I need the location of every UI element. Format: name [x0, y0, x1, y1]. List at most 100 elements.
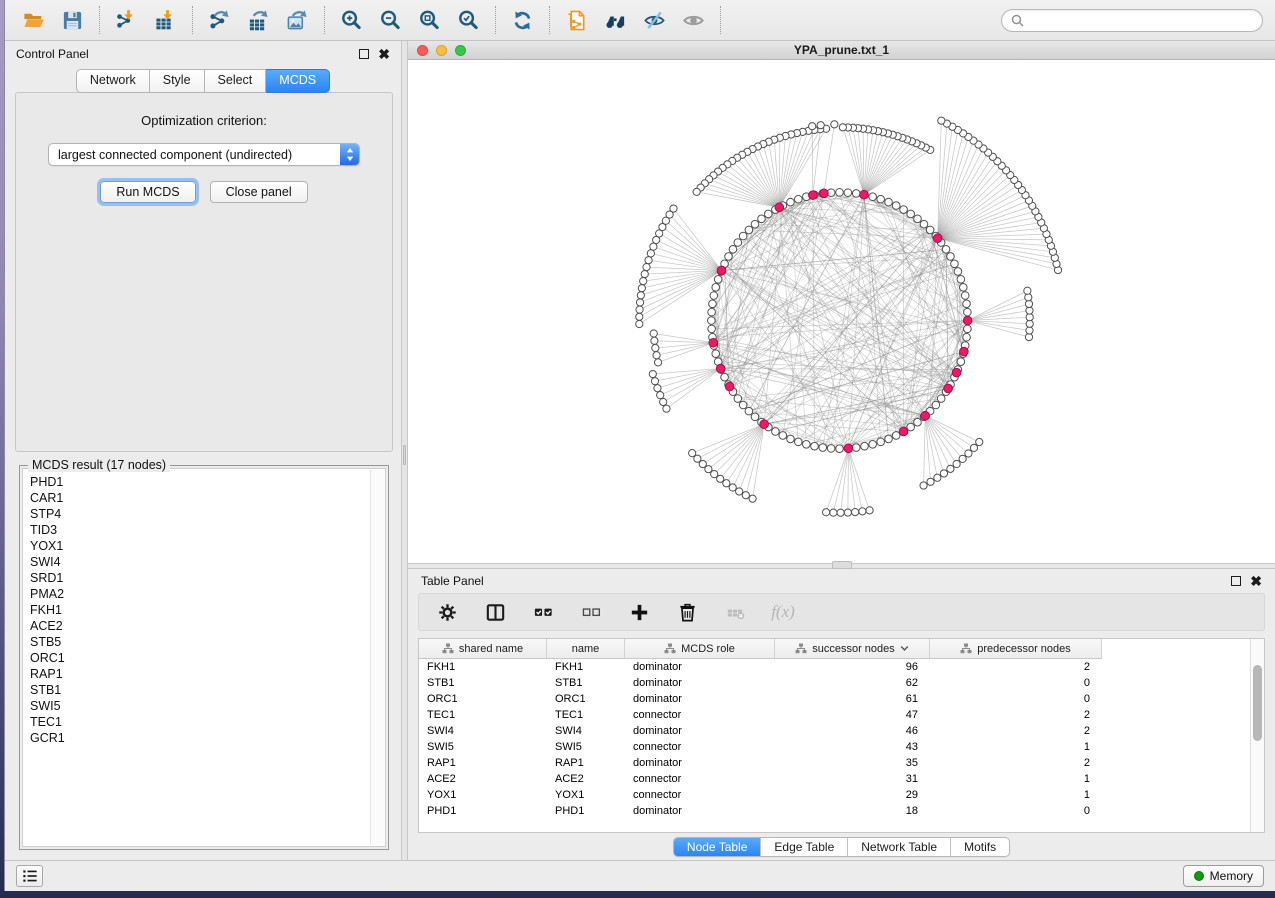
network-graph[interactable] — [408, 60, 1275, 563]
network-canvas[interactable] — [408, 60, 1275, 563]
column-header-shared-name[interactable]: shared name — [419, 639, 547, 659]
close-panel-button[interactable]: Close panel — [210, 181, 308, 203]
table-cell[interactable]: 46 — [775, 725, 930, 737]
mcds-result-item[interactable]: STP4 — [30, 506, 385, 522]
tab-style[interactable]: Style — [150, 69, 205, 93]
table-cell[interactable]: 47 — [775, 709, 930, 721]
tab-node-table[interactable]: Node Table — [674, 838, 761, 856]
delete-column-button[interactable] — [673, 598, 701, 626]
select-all-rows-button[interactable] — [529, 598, 557, 626]
window-maximize-icon[interactable] — [455, 45, 466, 56]
mcds-result-item[interactable]: GCR1 — [30, 730, 385, 746]
table-row[interactable]: ORC1ORC1dominator610 — [419, 691, 1264, 707]
table-row[interactable]: PHD1PHD1dominator180 — [419, 803, 1264, 819]
table-row[interactable]: ACE2ACE2connector311 — [419, 771, 1264, 787]
export-image-button[interactable] — [284, 7, 311, 34]
toggle-columns-button[interactable] — [481, 598, 509, 626]
optimization-criterion-select[interactable]: largest connected component (undirected) — [48, 143, 360, 166]
refresh-layout-button[interactable] — [509, 7, 536, 34]
search-box[interactable] — [1001, 9, 1263, 32]
table-cell[interactable]: SWI5 — [419, 741, 547, 753]
first-neighbors-button[interactable] — [602, 7, 629, 34]
table-cell[interactable]: RAP1 — [547, 757, 625, 769]
open-session-button[interactable] — [20, 7, 47, 34]
window-minimize-icon[interactable] — [436, 45, 447, 56]
table-cell[interactable]: 1 — [930, 789, 1102, 801]
table-cell[interactable]: dominator — [625, 725, 775, 737]
tab-select[interactable]: Select — [205, 69, 267, 93]
table-cell[interactable]: 29 — [775, 789, 930, 801]
table-cell[interactable]: 2 — [930, 757, 1102, 769]
save-session-button[interactable] — [59, 7, 86, 34]
float-table-panel-icon[interactable] — [1231, 576, 1241, 586]
mcds-result-item[interactable]: FKH1 — [30, 602, 385, 618]
table-cell[interactable]: FKH1 — [547, 661, 625, 673]
table-cell[interactable]: 2 — [930, 709, 1102, 721]
table-cell[interactable]: 62 — [775, 677, 930, 689]
column-header-MCDS-role[interactable]: MCDS role — [625, 639, 775, 659]
mcds-result-item[interactable]: TEC1 — [30, 714, 385, 730]
status-menu-button[interactable] — [16, 865, 43, 887]
column-header-name[interactable]: name — [547, 639, 625, 659]
import-network-button[interactable] — [113, 7, 140, 34]
mcds-result-item[interactable]: PMA2 — [30, 586, 385, 602]
table-cell[interactable]: dominator — [625, 661, 775, 673]
table-cell[interactable]: ORC1 — [547, 693, 625, 705]
column-header-predecessor-nodes[interactable]: predecessor nodes — [930, 639, 1102, 659]
table-cell[interactable]: TEC1 — [419, 709, 547, 721]
close-panel-icon[interactable]: ✖ — [378, 49, 390, 59]
vertical-splitter-grip[interactable] — [403, 445, 406, 465]
deselect-all-rows-button[interactable] — [577, 598, 605, 626]
table-row[interactable]: SWI4SWI4dominator462 — [419, 723, 1264, 739]
column-header-successor-nodes[interactable]: successor nodes — [775, 639, 930, 659]
new-network-from-selection-button[interactable] — [563, 7, 590, 34]
table-cell[interactable]: STB1 — [547, 677, 625, 689]
table-cell[interactable]: connector — [625, 773, 775, 785]
mcds-result-item[interactable]: SWI4 — [30, 554, 385, 570]
zoom-out-button[interactable] — [377, 7, 404, 34]
mcds-result-item[interactable]: YOX1 — [30, 538, 385, 554]
table-cell[interactable]: 35 — [775, 757, 930, 769]
table-cell[interactable]: SWI4 — [547, 725, 625, 737]
table-cell[interactable]: 0 — [930, 693, 1102, 705]
table-cell[interactable]: 18 — [775, 805, 930, 817]
table-cell[interactable]: 2 — [930, 661, 1102, 673]
horizontal-splitter[interactable] — [408, 563, 1275, 569]
table-cell[interactable]: STB1 — [419, 677, 547, 689]
mcds-result-item[interactable]: ACE2 — [30, 618, 385, 634]
export-table-button[interactable] — [245, 7, 272, 34]
zoom-selected-button[interactable] — [455, 7, 482, 34]
table-cell[interactable]: 31 — [775, 773, 930, 785]
import-table-button[interactable] — [152, 7, 179, 34]
zoom-in-button[interactable] — [338, 7, 365, 34]
search-input[interactable] — [1030, 13, 1253, 27]
table-cell[interactable]: connector — [625, 741, 775, 753]
tab-edge-table[interactable]: Edge Table — [760, 838, 847, 856]
float-panel-icon[interactable] — [359, 49, 369, 59]
table-cell[interactable]: YOX1 — [419, 789, 547, 801]
table-row[interactable]: STB1STB1dominator620 — [419, 675, 1264, 691]
table-cell[interactable]: SWI5 — [547, 741, 625, 753]
add-column-button[interactable] — [625, 598, 653, 626]
mcds-result-item[interactable]: STB1 — [30, 682, 385, 698]
tab-mcds[interactable]: MCDS — [266, 69, 330, 93]
tab-network[interactable]: Network — [76, 69, 150, 93]
table-cell[interactable]: SWI4 — [419, 725, 547, 737]
table-cell[interactable]: connector — [625, 709, 775, 721]
table-cell[interactable]: 61 — [775, 693, 930, 705]
mcds-result-item[interactable]: SRD1 — [30, 570, 385, 586]
mcds-result-item[interactable]: ORC1 — [30, 650, 385, 666]
table-row[interactable]: RAP1RAP1dominator352 — [419, 755, 1264, 771]
mcds-result-item[interactable]: RAP1 — [30, 666, 385, 682]
run-mcds-button[interactable]: Run MCDS — [100, 181, 195, 203]
horizontal-splitter-grip[interactable] — [832, 561, 852, 569]
export-network-button[interactable] — [206, 7, 233, 34]
table-cell[interactable]: 0 — [930, 805, 1102, 817]
table-cell[interactable]: PHD1 — [419, 805, 547, 817]
table-cell[interactable]: 0 — [930, 677, 1102, 689]
table-cell[interactable]: FKH1 — [419, 661, 547, 673]
table-cell[interactable]: dominator — [625, 693, 775, 705]
table-cell[interactable]: dominator — [625, 805, 775, 817]
table-cell[interactable]: ORC1 — [419, 693, 547, 705]
memory-button[interactable]: Memory — [1183, 865, 1264, 887]
